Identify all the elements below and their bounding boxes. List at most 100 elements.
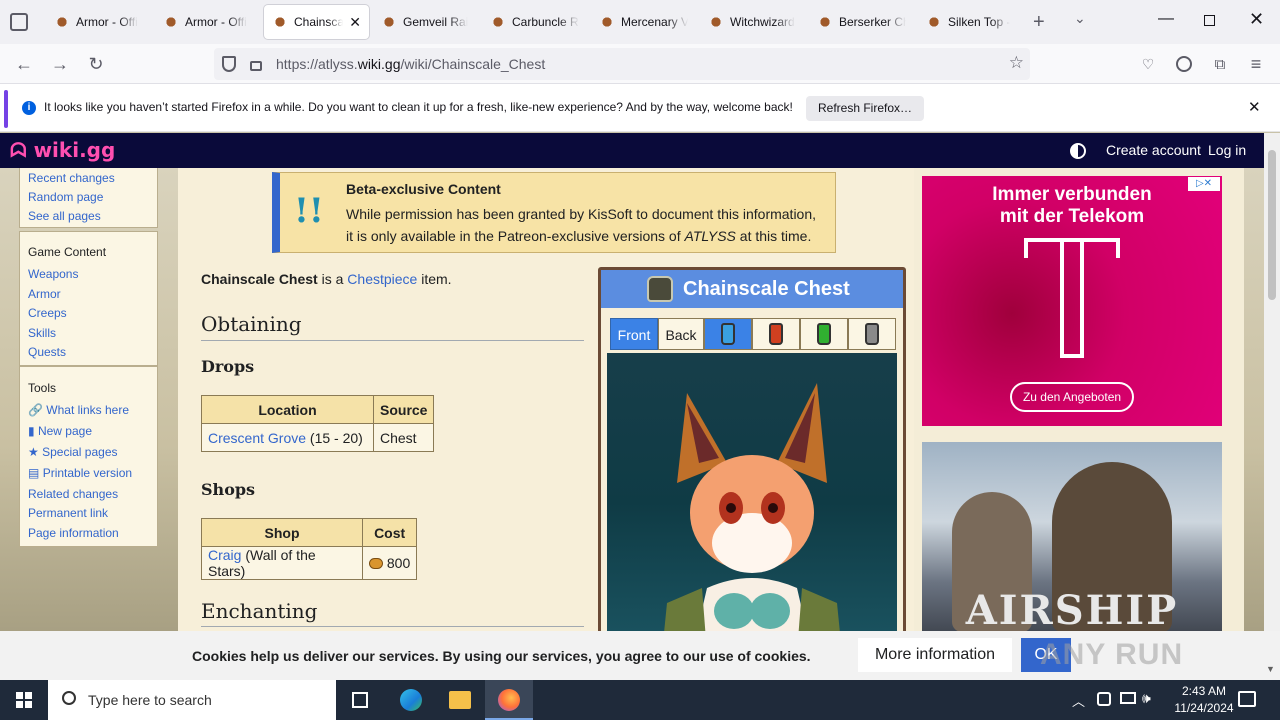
tab-title: Carbuncle R bbox=[512, 15, 579, 29]
tab-6[interactable]: Mercenary V bbox=[591, 5, 696, 39]
show-hidden-icons-chevron[interactable]: ︿ bbox=[1072, 691, 1085, 710]
character-render bbox=[664, 383, 840, 631]
edge-icon[interactable] bbox=[400, 689, 422, 711]
sidebar-item-special-pages[interactable]: ★ Special pages bbox=[28, 445, 118, 459]
table-cell: Crescent Grove (15 - 20) bbox=[201, 423, 374, 452]
shield-icon[interactable] bbox=[222, 56, 236, 72]
sidebar-item-what-links-here[interactable]: 🔗 What links here bbox=[28, 403, 129, 417]
sidebar-item-random-page[interactable]: Random page bbox=[28, 190, 103, 204]
sidebar-item-weapons[interactable]: Weapons bbox=[28, 267, 78, 281]
sidebar-item-skills[interactable]: Skills bbox=[28, 326, 56, 340]
tab-2[interactable]: Armor - Offi bbox=[155, 5, 260, 39]
file-explorer-icon[interactable] bbox=[449, 691, 471, 709]
potion-tab-4[interactable] bbox=[848, 318, 896, 350]
new-tab-button[interactable]: + bbox=[1033, 11, 1045, 34]
login-link[interactable]: Log in bbox=[1208, 142, 1246, 158]
account-icon[interactable] bbox=[1172, 52, 1196, 76]
ethernet-icon[interactable] bbox=[1120, 692, 1136, 704]
menu-icon[interactable]: ≡ bbox=[1244, 52, 1268, 76]
table-header: Cost bbox=[361, 518, 418, 547]
tab-7[interactable]: Witchwizard bbox=[700, 5, 805, 39]
bookmark-star-icon[interactable]: ☆ bbox=[1009, 53, 1024, 73]
wiki-gg-logo[interactable]: ᗣ wiki.gg bbox=[10, 138, 115, 162]
scroll-down-arrow-icon[interactable]: ▼ bbox=[1266, 664, 1275, 674]
tab-front[interactable]: Front bbox=[610, 318, 658, 350]
tab-3[interactable]: Chainscal ✕ bbox=[264, 5, 369, 39]
close-window-button[interactable]: ✕ bbox=[1249, 9, 1264, 30]
fox-favicon-icon bbox=[926, 14, 942, 30]
reload-icon[interactable]: ↻ bbox=[84, 52, 108, 76]
tab-overview-icon[interactable] bbox=[10, 13, 28, 31]
extensions-icon[interactable]: ⧉ bbox=[1208, 52, 1232, 76]
cookie-banner: Cookies help us deliver our services. By… bbox=[0, 631, 1280, 680]
sidebar-item-all-pages[interactable]: See all pages bbox=[28, 209, 101, 223]
sidebar-item-permanent-link[interactable]: Permanent link bbox=[28, 506, 108, 520]
scrollbar-thumb[interactable] bbox=[1268, 150, 1276, 300]
more-information-button[interactable]: More information bbox=[858, 638, 1012, 672]
tab-8[interactable]: Berserker Ch bbox=[809, 5, 914, 39]
printer-icon: ▤ bbox=[28, 466, 40, 480]
potion-bottle-icon bbox=[865, 323, 879, 345]
tab-strip: Armor - Offi Armor - Offi Chainscal ✕ Gemvei… bbox=[0, 0, 1280, 44]
table-row: Crescent Grove (15 - 20) Chest bbox=[201, 423, 435, 452]
telekom-cta-button[interactable]: Zu den Angeboten bbox=[1010, 382, 1134, 412]
star-icon: ★ bbox=[28, 445, 39, 459]
forward-arrow-icon[interactable]: → bbox=[48, 52, 72, 76]
tab-1[interactable]: Armor - Offi bbox=[46, 5, 151, 39]
sidebar-nav-box: Recent changes Random page See all pages bbox=[19, 168, 158, 228]
back-arrow-icon[interactable]: ← bbox=[12, 52, 36, 76]
telekom-ad[interactable]: ▷✕ Immer verbunden mit der Telekom Zu de… bbox=[922, 176, 1222, 426]
cost-value: 800 bbox=[386, 555, 411, 571]
craig-link[interactable]: Craig bbox=[208, 547, 241, 563]
tab-title: Armor - Offi bbox=[185, 15, 247, 29]
intro-paragraph: Chainscale Chest is a Chestpiece item. bbox=[201, 271, 452, 287]
sidebar-item-printable[interactable]: ▤ Printable version bbox=[28, 466, 132, 480]
create-account-link[interactable]: Create account bbox=[1106, 142, 1201, 158]
notification-close-icon[interactable]: ✕ bbox=[1248, 98, 1261, 116]
tab-9[interactable]: Silken Top - bbox=[918, 5, 1023, 39]
volume-icon[interactable]: 🕪 bbox=[1142, 690, 1151, 707]
cookie-text: Cookies help us deliver our services. By… bbox=[192, 648, 811, 664]
network-icon[interactable] bbox=[1097, 692, 1111, 706]
potion-tab-2[interactable] bbox=[752, 318, 800, 350]
theme-toggle-icon[interactable] bbox=[1070, 143, 1086, 159]
tab-4[interactable]: Gemveil Rai bbox=[373, 5, 478, 39]
tab-list-chevron-icon[interactable]: ⌄ bbox=[1074, 10, 1086, 27]
sidebar-item-page-information[interactable]: Page information bbox=[28, 526, 119, 540]
potion-bottle-icon bbox=[817, 323, 831, 345]
tab-back[interactable]: Back bbox=[658, 318, 704, 350]
sidebar-item-recent-changes[interactable]: Recent changes bbox=[28, 171, 115, 185]
potion-tab-1[interactable] bbox=[704, 318, 752, 350]
potion-tab-3[interactable] bbox=[800, 318, 848, 350]
refresh-firefox-button[interactable]: Refresh Firefox… bbox=[806, 96, 925, 121]
clock-date[interactable]: 11/24/2024 bbox=[1164, 701, 1244, 715]
sidebar-item-quests[interactable]: Quests bbox=[28, 345, 66, 359]
sidebar-item-armor[interactable]: Armor bbox=[28, 287, 61, 301]
lock-icon[interactable] bbox=[250, 61, 262, 71]
tab-title: Berserker Ch bbox=[839, 15, 906, 29]
minimize-button[interactable]: — bbox=[1158, 10, 1174, 28]
restore-button[interactable] bbox=[1204, 15, 1215, 26]
airship-ad[interactable]: AIRSHIP bbox=[922, 442, 1222, 631]
tab-close-icon[interactable]: ✕ bbox=[349, 14, 361, 31]
sidebar-item-related-changes[interactable]: Related changes bbox=[28, 487, 118, 501]
fox-favicon-icon bbox=[490, 14, 506, 30]
sidebar-item-new-page[interactable]: ▮ New page bbox=[28, 424, 92, 438]
tab-title: Chainscal bbox=[294, 15, 344, 29]
task-view-icon[interactable] bbox=[352, 692, 368, 708]
crescent-grove-link[interactable]: Crescent Grove bbox=[208, 430, 306, 446]
notifications-icon[interactable] bbox=[1238, 691, 1256, 707]
tab-5[interactable]: Carbuncle R bbox=[482, 5, 587, 39]
firefox-taskbar-button[interactable] bbox=[485, 680, 533, 720]
chestpiece-link[interactable]: Chestpiece bbox=[347, 271, 417, 287]
notice-text: at this time. bbox=[735, 228, 812, 244]
ad-rail: ▷✕ Immer verbunden mit der Telekom Zu de… bbox=[914, 168, 1244, 631]
taskbar-search-box[interactable]: Type here to search bbox=[48, 680, 336, 720]
url-text[interactable]: https://atlyss.wiki.gg/wiki/Chainscale_C… bbox=[276, 56, 545, 72]
pocket-icon[interactable]: ♡ bbox=[1136, 52, 1160, 76]
clock-time[interactable]: 2:43 AM bbox=[1172, 684, 1236, 698]
notification-message: It looks like you haven’t started Firefo… bbox=[44, 100, 793, 114]
sidebar-item-creeps[interactable]: Creeps bbox=[28, 306, 67, 320]
windows-start-icon[interactable] bbox=[16, 692, 32, 708]
url-bar[interactable]: https://atlyss.wiki.gg/wiki/Chainscale_C… bbox=[214, 48, 1030, 80]
